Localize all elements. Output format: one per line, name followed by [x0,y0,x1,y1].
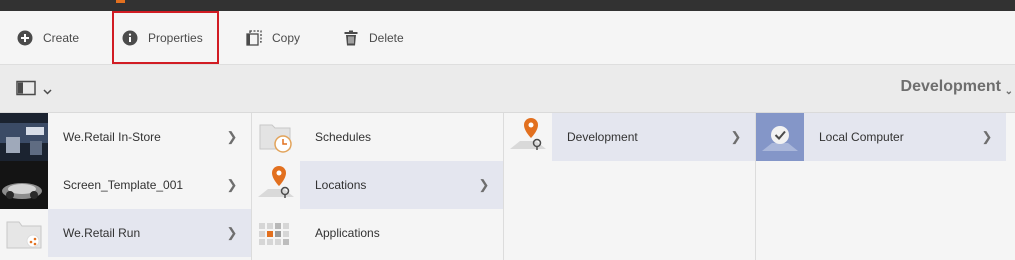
location-pin-icon [252,161,300,209]
list-item-label: Local Computer [819,130,904,144]
copy-button[interactable]: Copy [245,11,300,64]
delete-label: Delete [369,30,404,45]
list-item-label: We.Retail Run [63,226,141,240]
view-toggle-button[interactable] [16,80,52,101]
chevron-right-icon: ❯ [226,177,238,192]
list-item[interactable]: Applications [252,209,503,257]
chevron-right-icon: ❯ [226,129,238,144]
schedule-icon [252,113,300,161]
list-item-selected[interactable]: Development ❯ [504,113,755,161]
list-item-label: Locations [315,178,367,192]
column-2: Schedules Locations ❯ Applications [252,113,504,260]
trash-icon [342,29,359,46]
list-item-selected[interactable]: Local Computer ❯ [756,113,1006,161]
chevron-down-icon [43,82,52,100]
top-app-bar [0,0,1015,11]
folder-share-icon [0,209,48,257]
copy-label: Copy [272,30,301,45]
action-toolbar: Create Properties Copy Delete [0,11,1015,65]
list-item-label: Applications [315,226,380,240]
chevron-right-icon: ❯ [226,225,238,240]
column-1: We.Retail In-Store ❯ Screen_Template_001… [0,113,252,260]
create-label: Create [43,30,80,45]
we-retail-instore-thumbnail [0,113,48,161]
list-item[interactable]: We.Retail In-Store ❯ [0,113,251,161]
context-title-text: Development [900,78,1001,95]
applications-icon [252,209,300,257]
column-3: Development ❯ [504,113,756,260]
create-button[interactable]: Create [16,11,79,64]
list-item-label: Screen_Template_001 [63,178,184,192]
device-checkmark-icon [756,113,804,161]
rail-view-icon [16,80,36,101]
list-item[interactable]: Schedules [252,113,503,161]
plus-circle-icon [16,29,33,46]
delete-button[interactable]: Delete [342,11,404,64]
list-item-label: Schedules [315,130,372,144]
list-item-selected[interactable]: We.Retail Run ❯ [0,209,251,257]
screen-template-thumbnail [0,161,48,209]
copy-icon [245,29,262,46]
chevron-right-icon: ❯ [730,129,742,144]
top-bar-accent [116,0,125,3]
chevron-right-icon: ❯ [478,177,490,192]
context-title[interactable]: Development ⌄ [900,78,1013,97]
context-chevron-icon: ⌄ [1004,86,1013,97]
list-item-label: Development [567,130,638,144]
properties-label: Properties [148,30,203,45]
column-4: Local Computer ❯ [756,113,1015,260]
list-item-label: We.Retail In-Store [63,130,161,144]
list-item[interactable]: Screen_Template_001 ❯ [0,161,251,209]
properties-button[interactable]: Properties [112,11,219,64]
location-pin-icon [504,113,552,161]
list-item-selected[interactable]: Locations ❯ [252,161,503,209]
chevron-right-icon: ❯ [981,129,993,144]
view-bar: Development ⌄ [0,65,1015,113]
info-icon [121,29,138,46]
